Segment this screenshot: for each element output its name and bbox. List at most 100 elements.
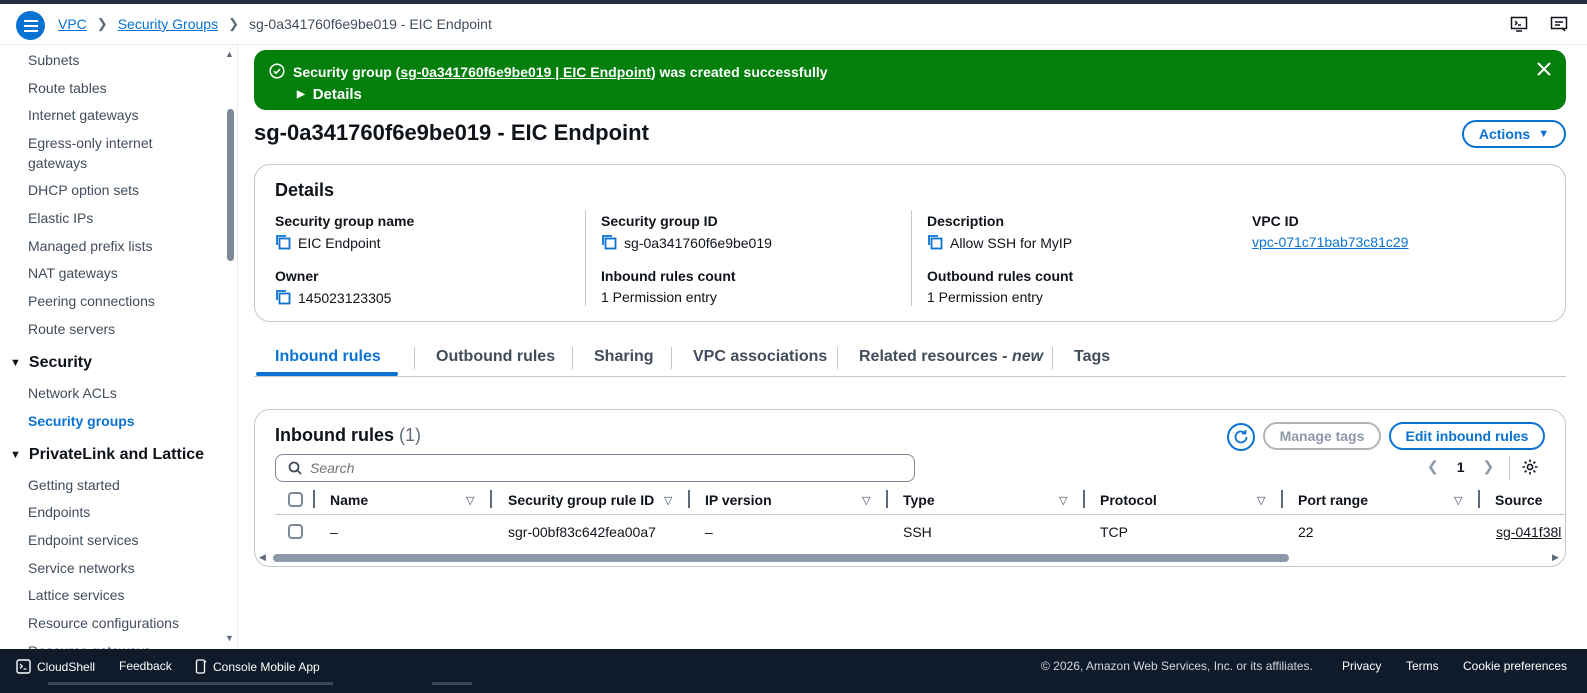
close-icon[interactable] (1537, 62, 1551, 79)
sidebar-item-endpoint-services[interactable]: Endpoint services (28, 530, 213, 550)
flash-sg-link[interactable]: sg-0a341760f6e9be019 | EIC Endpoint (400, 64, 651, 80)
sidebar-item-internet-gateways[interactable]: Internet gateways (28, 105, 213, 125)
column-divider (313, 490, 315, 508)
sort-caret-icon[interactable]: ▽ (1059, 494, 1067, 507)
search-input[interactable] (310, 460, 890, 476)
tab-outbound-rules[interactable]: Outbound rules (436, 348, 555, 366)
sort-caret-icon[interactable]: ▽ (862, 494, 870, 507)
tab-divider (414, 347, 415, 369)
inbound-rules-panel: Inbound rules (1) Manage tags Edit inbou… (254, 409, 1566, 567)
tab-vpc-associations[interactable]: VPC associations (693, 348, 827, 366)
sort-caret-icon[interactable]: ▽ (664, 494, 672, 507)
cell-source-link[interactable]: sg-041f38l (1496, 524, 1561, 540)
sidebar-item-security-groups[interactable]: Security groups (28, 411, 213, 431)
scroll-right-arrow[interactable]: ▶ (1552, 552, 1559, 563)
cloudshell-link[interactable]: CloudShell (16, 659, 95, 674)
sidebar-section-security[interactable]: ▼ Security (10, 354, 92, 372)
manage-tags-button[interactable]: Manage tags (1263, 422, 1381, 450)
menu-button[interactable] (16, 11, 45, 40)
tab-tags[interactable]: Tags (1074, 348, 1110, 366)
gear-icon[interactable] (1521, 458, 1539, 479)
col-header-protocol[interactable]: Protocol (1100, 492, 1157, 508)
scroll-down-arrow[interactable]: ▼ (225, 633, 234, 643)
sidebar-item-egress-only-gateways[interactable]: Egress-only internet gateways (28, 133, 213, 173)
success-flash: Security group (sg-0a341760f6e9be019 | E… (254, 50, 1566, 110)
copy-icon[interactable] (275, 234, 292, 251)
sidebar-item-nat-gateways[interactable]: NAT gateways (28, 263, 213, 283)
col-header-name[interactable]: Name (330, 492, 368, 508)
horizontal-scrollbar[interactable]: ◀ ▶ (255, 549, 1565, 563)
copy-icon[interactable] (601, 234, 618, 251)
chevron-left-icon[interactable]: ❮ (1427, 458, 1439, 475)
scrollbar-thumb[interactable] (273, 554, 1289, 562)
mobile-app-label: Console Mobile App (213, 659, 320, 674)
cloudshell-icon (16, 659, 31, 674)
current-page[interactable]: 1 (1457, 459, 1465, 475)
copyright: © 2026, Amazon Web Services, Inc. or its… (1041, 659, 1313, 673)
breadcrumb-security-groups[interactable]: Security Groups (118, 16, 218, 32)
edit-inbound-rules-button[interactable]: Edit inbound rules (1389, 422, 1545, 450)
sidebar-item-route-servers[interactable]: Route servers (28, 319, 213, 339)
col-header-source[interactable]: Source (1495, 492, 1542, 508)
sidebar-item-route-tables[interactable]: Route tables (28, 78, 213, 98)
cloudshell-icon[interactable] (1509, 14, 1529, 34)
field-label: Owner (275, 268, 319, 284)
sidebar-item-resource-configurations[interactable]: Resource configurations (28, 613, 213, 633)
sort-caret-icon[interactable]: ▽ (1257, 494, 1265, 507)
caret-down-icon: ▼ (10, 449, 21, 461)
field-vpc-id: VPC ID vpc-071c71bab73c81c29 (1252, 213, 1408, 250)
breadcrumb-vpc[interactable]: VPC (58, 16, 87, 32)
sidebar-item-endpoints[interactable]: Endpoints (28, 502, 213, 522)
section-label: Security (28, 354, 93, 371)
col-header-type[interactable]: Type (903, 492, 935, 508)
copy-icon[interactable] (927, 234, 944, 251)
flash-details-label: Details (312, 86, 362, 103)
row-checkbox[interactable] (288, 524, 303, 539)
sidebar-item-network-acls[interactable]: Network ACLs (28, 383, 213, 403)
flash-details-toggle[interactable]: ▶ Details (297, 86, 362, 103)
sidebar-item-getting-started[interactable]: Getting started (28, 475, 213, 495)
cookie-preferences-link[interactable]: Cookie preferences (1463, 659, 1567, 673)
field-label: Security group ID (601, 213, 718, 229)
search-box (275, 454, 915, 482)
cell-port-range: 22 (1298, 524, 1314, 540)
pager-divider (1509, 456, 1510, 480)
privacy-link[interactable]: Privacy (1342, 659, 1381, 673)
support-icon[interactable] (1549, 14, 1569, 34)
tab-related-resources[interactable]: Related resources - new (859, 348, 1043, 366)
tab-divider (1052, 347, 1053, 369)
col-header-ip-version[interactable]: IP version (705, 492, 772, 508)
copy-icon[interactable] (275, 289, 292, 306)
column-divider (688, 490, 690, 508)
sidebar-item-subnets[interactable]: Subnets (28, 50, 213, 70)
caret-down-icon: ▼ (1538, 128, 1550, 140)
sidebar-item-lattice-services[interactable]: Lattice services (28, 585, 213, 605)
tab-inbound-rules[interactable]: Inbound rules (275, 348, 381, 366)
cell-ip-version: – (705, 524, 713, 540)
sidebar-item-resource-gateways[interactable]: Resource gateways (28, 641, 213, 649)
chevron-right-icon[interactable]: ❯ (1483, 458, 1495, 475)
breadcrumb: VPC ❯ Security Groups ❯ sg-0a341760f6e9b… (58, 16, 492, 32)
refresh-button[interactable] (1227, 423, 1255, 451)
section-label: PrivateLink and Lattice (28, 446, 205, 463)
select-all-checkbox[interactable] (288, 492, 303, 507)
feedback-link[interactable]: Feedback (119, 659, 172, 673)
sort-caret-icon[interactable]: ▽ (466, 494, 474, 507)
sidebar-item-elastic-ips[interactable]: Elastic IPs (28, 208, 213, 228)
vpc-id-link[interactable]: vpc-071c71bab73c81c29 (1252, 234, 1408, 250)
actions-button[interactable]: Actions ▼ (1462, 120, 1566, 148)
col-header-port-range[interactable]: Port range (1298, 492, 1368, 508)
mobile-app-link[interactable]: Console Mobile App (195, 659, 320, 674)
sidebar-item-managed-prefix-lists[interactable]: Managed prefix lists (28, 236, 213, 256)
sidebar-section-privatelink[interactable]: ▼ PrivateLink and Lattice (10, 446, 204, 464)
terms-link[interactable]: Terms (1406, 659, 1439, 673)
scroll-up-arrow[interactable]: ▲ (225, 49, 234, 59)
sidebar-item-peering-connections[interactable]: Peering connections (28, 291, 213, 311)
sort-caret-icon[interactable]: ▽ (1454, 494, 1462, 507)
scroll-left-arrow[interactable]: ◀ (259, 552, 266, 563)
sidebar-item-dhcp-option-sets[interactable]: DHCP option sets (28, 180, 213, 200)
tab-sharing[interactable]: Sharing (594, 348, 654, 366)
sidebar-scrollbar-thumb[interactable] (227, 109, 234, 261)
sidebar-item-service-networks[interactable]: Service networks (28, 558, 213, 578)
col-header-rule-id[interactable]: Security group rule ID (508, 492, 654, 508)
